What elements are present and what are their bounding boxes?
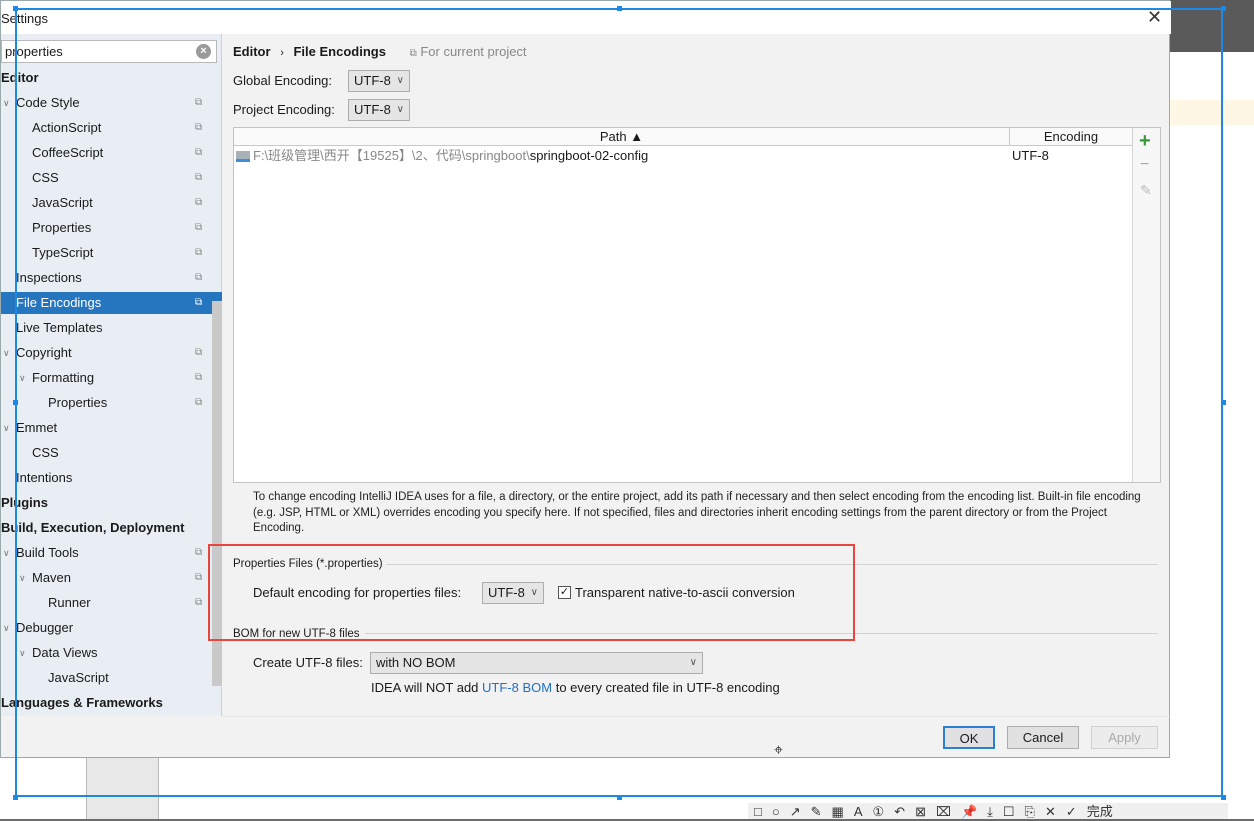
- download-icon[interactable]: ⤓: [987, 804, 993, 819]
- resize-handle[interactable]: [13, 6, 18, 11]
- rectangle-icon[interactable]: □: [754, 804, 762, 819]
- resize-handle[interactable]: [617, 6, 622, 11]
- screenshot-selection-border[interactable]: [15, 8, 1223, 797]
- delete-icon[interactable]: ⊠: [915, 804, 926, 819]
- chevron-down-icon[interactable]: ∨: [3, 417, 10, 439]
- chevron-down-icon[interactable]: ∨: [3, 542, 10, 564]
- pin-icon[interactable]: 📌: [961, 804, 977, 819]
- resize-handle[interactable]: [13, 795, 18, 800]
- mosaic-icon[interactable]: ▦: [832, 804, 844, 819]
- screenshot-toolbar: □ ○ ↗ ✎ ▦ A ① ↶ ⊠ ⌧ 📌 ⤓ ☐ ⎘ ✕ ✓ 完成: [748, 803, 1228, 819]
- number-icon[interactable]: ①: [873, 804, 885, 819]
- arrow-icon[interactable]: ↗: [790, 804, 801, 819]
- done-label[interactable]: 完成: [1087, 804, 1113, 819]
- cancel-icon[interactable]: ✕: [1045, 804, 1056, 819]
- resize-handle[interactable]: [1221, 400, 1226, 405]
- ellipse-icon[interactable]: ○: [772, 804, 780, 819]
- chevron-down-icon[interactable]: ∨: [3, 617, 10, 639]
- resize-handle[interactable]: [617, 795, 622, 800]
- save-icon[interactable]: ☐: [1003, 804, 1015, 819]
- chevron-down-icon[interactable]: ∨: [3, 342, 10, 364]
- resize-handle[interactable]: [1221, 795, 1226, 800]
- resize-handle[interactable]: [1221, 6, 1226, 11]
- copy-icon[interactable]: ⎘: [1025, 804, 1035, 819]
- done-icon[interactable]: ✓: [1066, 804, 1077, 819]
- undo-icon[interactable]: ↶: [894, 804, 905, 819]
- crosshair-cursor-icon: ⌖: [774, 742, 784, 759]
- pen-icon[interactable]: ✎: [811, 804, 822, 819]
- resize-handle[interactable]: [13, 400, 18, 405]
- text-icon[interactable]: A: [854, 804, 863, 819]
- chevron-down-icon[interactable]: ∨: [3, 92, 10, 114]
- clear-icon[interactable]: ⌧: [936, 804, 951, 819]
